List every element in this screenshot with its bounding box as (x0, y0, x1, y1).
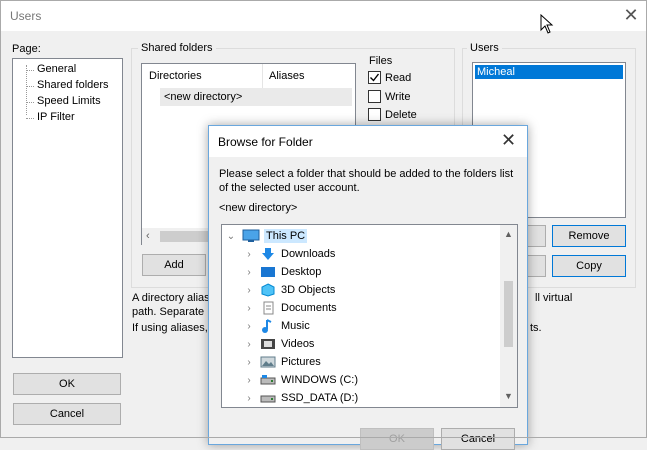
note-line-2: path. Separate m (132, 306, 217, 318)
page-label: Page: (12, 43, 41, 55)
folder-label: 3D Objects (281, 284, 336, 296)
users-title: Users (467, 42, 502, 54)
column-directories[interactable]: Directories (149, 70, 202, 82)
chevron-right-icon[interactable]: › (242, 393, 256, 404)
dialog-close-icon[interactable]: ✕ (501, 130, 516, 151)
tree-row-documents[interactable]: › Documents (242, 299, 516, 317)
dialog-title-bar: Browse for Folder ✕ (209, 126, 527, 157)
chevron-right-icon[interactable]: › (242, 285, 256, 296)
remove-button[interactable]: Remove (552, 225, 626, 247)
music-icon (260, 319, 276, 333)
tree-row-music[interactable]: › Music (242, 317, 516, 335)
tree-row-desktop[interactable]: › Desktop (242, 263, 516, 281)
read-check-box[interactable] (368, 71, 381, 84)
scroll-thumb[interactable] (504, 281, 513, 347)
scroll-left-icon[interactable]: ‹ (146, 230, 150, 242)
dialog-ok-button[interactable]: OK (360, 428, 434, 450)
delete-check-box[interactable] (368, 108, 381, 121)
tree-row-pictures[interactable]: › Pictures (242, 353, 516, 371)
close-icon[interactable]: ✕ (620, 4, 642, 26)
folder-label: Pictures (281, 356, 321, 368)
chevron-down-icon[interactable]: ⌄ (224, 231, 238, 242)
drive-d-icon (260, 391, 276, 405)
chevron-right-icon[interactable]: › (242, 267, 256, 278)
folder-label: SSD_DATA (D:) (281, 392, 359, 404)
cancel-button[interactable]: Cancel (13, 403, 121, 425)
browse-for-folder-dialog: Browse for Folder ✕ Please select a fold… (208, 125, 528, 450)
read-label: Read (385, 71, 412, 84)
chevron-right-icon[interactable]: › (242, 249, 256, 260)
tree-row-videos[interactable]: › Videos (242, 335, 516, 353)
tree-row-3d-objects[interactable]: › 3D Objects (242, 281, 516, 299)
ok-button[interactable]: OK (13, 373, 121, 395)
copy-button[interactable]: Copy (552, 255, 626, 277)
mouse-cursor-icon (540, 14, 554, 34)
delete-checkbox[interactable]: Delete (368, 108, 417, 121)
chevron-right-icon[interactable]: › (242, 339, 256, 350)
this-pc-label: This PC (264, 229, 308, 243)
write-label: Write (385, 90, 411, 103)
drive-c-icon (260, 373, 276, 387)
current-folder-label: <new directory> (219, 202, 298, 214)
page-item-general[interactable]: General (37, 63, 76, 75)
pictures-icon (260, 355, 276, 369)
documents-icon (260, 301, 276, 315)
files-title: Files (369, 55, 393, 67)
dialog-title: Browse for Folder (218, 135, 313, 149)
page-tree: General Shared folders Speed Limits IP F… (12, 58, 123, 358)
note-line-1-right: ll virtual (535, 292, 573, 304)
user-item-micheal[interactable]: Micheal (475, 65, 623, 79)
folder-tree-scrollbar[interactable]: ▲ ▼ (500, 225, 517, 407)
folder-tree[interactable]: ⌄ This PC › Downloads › Desktop › 3D Obj… (221, 224, 518, 408)
note-line-3-right: ts. (530, 322, 542, 334)
directory-name: <new directory> (164, 91, 243, 103)
add-button[interactable]: Add (142, 254, 206, 276)
chevron-right-icon[interactable]: › (242, 303, 256, 314)
dialog-message: Please select a folder that should be ad… (219, 168, 514, 194)
tree-row-downloads[interactable]: › Downloads (242, 245, 516, 263)
scroll-thumb[interactable] (160, 231, 210, 242)
tree-row-this-pc[interactable]: ⌄ This PC (224, 227, 498, 245)
downloads-icon (260, 247, 276, 261)
scroll-up-icon[interactable]: ▲ (500, 229, 517, 239)
folder-label: Music (281, 320, 310, 332)
3d-objects-icon (260, 283, 276, 297)
folder-label: Videos (281, 338, 315, 350)
folder-label: Downloads (281, 248, 336, 260)
page-item-ip-filter[interactable]: IP Filter (37, 111, 75, 123)
chevron-right-icon[interactable]: › (242, 321, 256, 332)
tree-row-drive-d[interactable]: › SSD_DATA (D:) (242, 389, 516, 407)
chevron-right-icon[interactable]: › (242, 357, 256, 368)
page-item-shared-folders[interactable]: Shared folders (37, 79, 109, 91)
note-line-3-left: If using aliases, p (132, 322, 217, 334)
shared-folders-title: Shared folders (138, 42, 216, 54)
delete-label: Delete (385, 108, 417, 121)
this-pc-icon (242, 229, 260, 243)
write-checkbox[interactable]: Write (368, 90, 410, 103)
read-checkbox[interactable]: Read (368, 71, 411, 84)
column-aliases[interactable]: Aliases (269, 70, 304, 82)
window-title: Users (10, 9, 42, 23)
folder-label: WINDOWS (C:) (281, 374, 358, 386)
tree-row-drive-c[interactable]: › WINDOWS (C:) (242, 371, 516, 389)
folder-label: Documents (281, 302, 337, 314)
scroll-down-icon[interactable]: ▼ (500, 391, 517, 401)
page-item-speed-limits[interactable]: Speed Limits (37, 95, 101, 107)
desktop-icon (260, 265, 276, 279)
folder-label: Desktop (281, 266, 322, 278)
note-line-1-left: A directory alias (132, 292, 210, 304)
write-check-box[interactable] (368, 90, 381, 103)
dialog-cancel-button[interactable]: Cancel (441, 428, 515, 450)
videos-icon (260, 337, 276, 351)
chevron-right-icon[interactable]: › (242, 375, 256, 386)
directory-row[interactable]: <new directory> (160, 88, 352, 106)
